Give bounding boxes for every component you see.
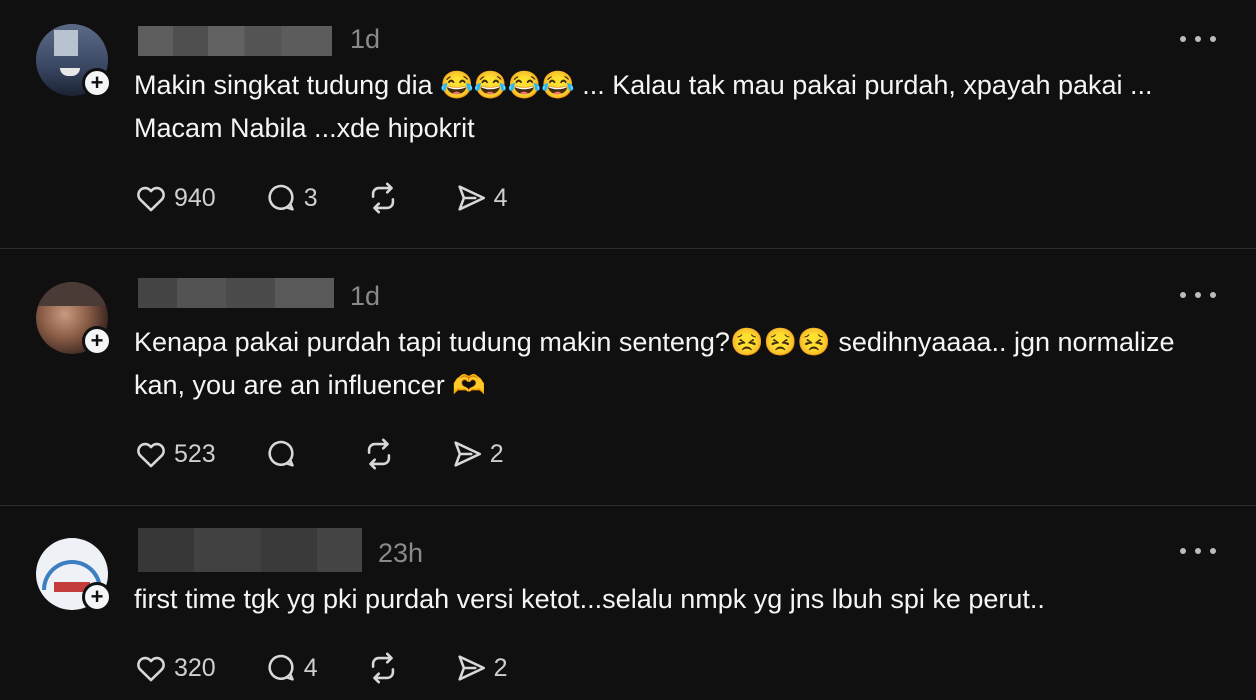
heart-icon [137, 186, 165, 212]
divider [0, 505, 1256, 506]
reply-count: 3 [303, 183, 318, 212]
repost-button[interactable] [362, 437, 402, 471]
more-options-icon[interactable] [1180, 546, 1216, 556]
repost-button[interactable] [366, 181, 406, 215]
post-timestamp: 1d [350, 281, 381, 311]
share-icon [458, 655, 485, 681]
share-button[interactable]: 4 [454, 181, 508, 215]
action-bar: 320 4 2 [134, 648, 556, 688]
reply-button[interactable]: 3 [264, 181, 318, 215]
like-count: 523 [174, 439, 216, 468]
heart-icon [137, 656, 165, 682]
avatar[interactable]: + [36, 24, 112, 98]
username-blurred[interactable] [138, 26, 332, 56]
emoji-persevere-icon: 😣😣😣 [729, 327, 831, 357]
share-icon [458, 185, 485, 211]
reply-icon [268, 184, 294, 211]
post-timestamp: 1d [350, 24, 381, 54]
share-button[interactable]: 2 [454, 651, 508, 685]
action-bar: 940 3 4 [134, 178, 556, 218]
share-count: 2 [489, 439, 504, 468]
reply-button[interactable] [264, 437, 314, 471]
divider [0, 248, 1256, 249]
repost-icon [371, 182, 394, 214]
username-blurred[interactable] [138, 528, 362, 572]
avatar[interactable]: + [36, 282, 112, 356]
like-button[interactable]: 523 [134, 437, 216, 471]
follow-plus-icon[interactable]: + [82, 582, 112, 612]
reply-icon [268, 440, 294, 467]
username-blurred[interactable] [138, 278, 334, 308]
reply-button[interactable]: 4 [264, 651, 318, 685]
emoji-heart-hands-icon: 🫶 [452, 370, 486, 400]
share-count: 2 [493, 653, 508, 682]
emoji-laugh-icon: 😂😂😂😂 [440, 70, 575, 100]
comment-text: Kenapa pakai purdah tapi tudung makin se… [134, 327, 1175, 400]
heart-icon [137, 442, 165, 468]
share-button[interactable]: 2 [450, 437, 504, 471]
repost-button[interactable] [366, 651, 406, 685]
reply-icon [268, 654, 294, 681]
share-icon [454, 441, 481, 467]
comment-text: Makin singkat tudung dia 😂😂😂😂 ... Kalau … [134, 70, 1153, 143]
follow-plus-icon[interactable]: + [82, 68, 112, 98]
repost-icon [371, 652, 394, 684]
like-button[interactable]: 320 [134, 651, 216, 685]
like-count: 320 [174, 653, 216, 682]
post-timestamp: 23h [378, 538, 424, 568]
action-bar: 523 2 [134, 434, 552, 474]
comment-text: first time tgk yg pki purdah versi ketot… [134, 584, 1045, 614]
more-options-icon[interactable] [1180, 34, 1216, 44]
like-button[interactable]: 940 [134, 181, 216, 215]
more-options-icon[interactable] [1180, 290, 1216, 300]
like-count: 940 [174, 183, 216, 212]
avatar[interactable]: + [36, 538, 112, 612]
repost-icon [367, 438, 390, 470]
reply-count: 4 [303, 653, 318, 682]
share-count: 4 [493, 183, 508, 212]
follow-plus-icon[interactable]: + [82, 326, 112, 356]
comment-feed: + 1d Makin singkat tudung dia 😂😂😂😂 ... K… [0, 0, 1256, 700]
